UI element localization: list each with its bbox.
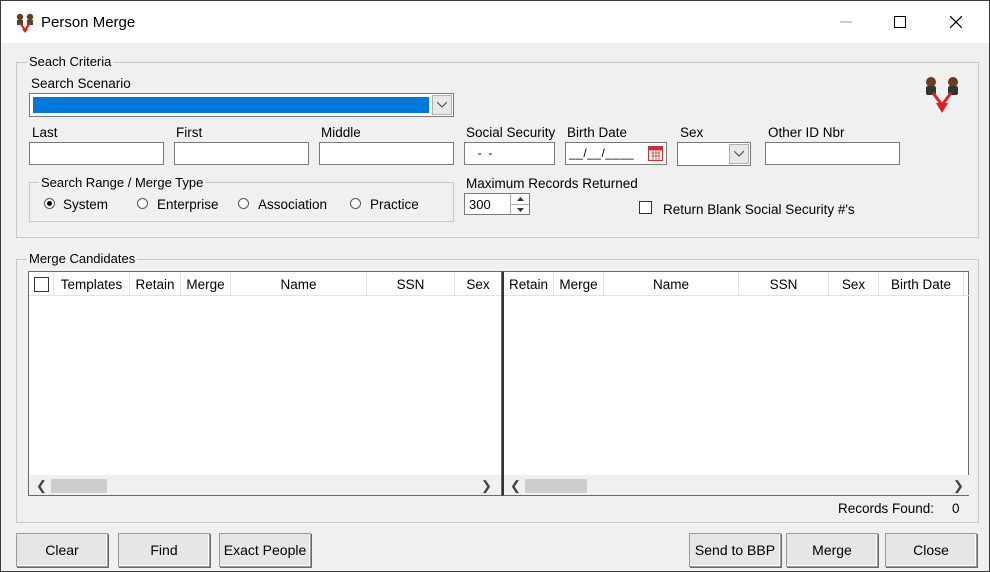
window-title: Person Merge [41, 14, 136, 31]
person-merge-logo-icon [926, 77, 958, 113]
close-icon [950, 16, 962, 28]
social-security-label: Social Security [466, 125, 556, 140]
sex-dropdown-button[interactable] [729, 144, 749, 164]
spinner-up-icon [516, 197, 524, 201]
scroll-right-icon[interactable]: ❯ [953, 478, 964, 494]
person-merge-icon [16, 13, 34, 33]
select-all-checkbox[interactable] [33, 276, 49, 292]
left-horizontal-scrollbar[interactable]: ❮ ❯ [29, 475, 501, 495]
records-found-count: 0 [952, 501, 960, 516]
birth-date-mask: __/__/____ [569, 146, 635, 160]
search-criteria-label: Seach Criteria [27, 54, 114, 69]
calendar-icon[interactable] [648, 146, 663, 161]
records-found-label: Records Found: [838, 501, 935, 516]
sex-select[interactable] [677, 142, 751, 166]
max-records-stepper[interactable]: 300 [464, 193, 530, 215]
column-header-sex[interactable]: Sex [829, 272, 879, 295]
scenario-dropdown-button[interactable] [432, 95, 452, 115]
minimize-button[interactable] [823, 1, 869, 43]
title-bar: Person Merge [1, 1, 989, 43]
maximize-button[interactable] [877, 1, 923, 43]
radio-system[interactable] [44, 198, 55, 209]
birth-date-input[interactable]: __/__/____ [565, 142, 667, 165]
find-button[interactable]: Find [118, 533, 210, 567]
clear-button[interactable]: Clear [16, 533, 108, 567]
close-window-button[interactable] [933, 1, 979, 43]
column-header-ssn[interactable]: SSN [739, 272, 829, 295]
spinner-down-icon [516, 207, 524, 212]
search-scenario-label: Search Scenario [31, 76, 131, 91]
chevron-down-icon [734, 151, 744, 157]
merge-button[interactable]: Merge [786, 533, 878, 567]
spinner-up-button[interactable] [510, 194, 529, 204]
column-header-birth-date[interactable]: Birth Date [879, 272, 964, 295]
scroll-left-icon[interactable]: ❮ [510, 478, 521, 494]
left-scroll-thumb[interactable] [51, 479, 107, 493]
return-blank-ssn-label[interactable]: Return Blank Social Security #'s [663, 202, 855, 217]
column-header-templates[interactable]: Templates [54, 272, 130, 296]
close-button[interactable]: Close [885, 533, 977, 567]
radio-enterprise[interactable] [137, 198, 148, 209]
radio-enterprise-label[interactable]: Enterprise [157, 197, 219, 212]
right-candidates-grid[interactable]: Retain Merge Name SSN Sex Birth Date ❮ ❯ [502, 271, 969, 496]
column-header-merge[interactable]: Merge [181, 272, 231, 296]
column-header-name[interactable]: Name [604, 272, 739, 295]
spinner-down-button[interactable] [510, 204, 529, 214]
exact-people-button[interactable]: Exact People [219, 533, 311, 567]
scroll-left-icon[interactable]: ❮ [36, 478, 47, 494]
chevron-down-icon [437, 102, 447, 108]
max-records-label: Maximum Records Returned [466, 176, 638, 191]
sex-label: Sex [680, 125, 704, 140]
column-header-retain[interactable]: Retain [504, 272, 554, 295]
person-merge-window: Person Merge Seach Criteria Search Scena… [0, 0, 990, 572]
birth-date-label: Birth Date [567, 125, 628, 140]
return-blank-ssn-checkbox[interactable] [639, 201, 652, 214]
column-header-sex[interactable]: Sex [455, 272, 501, 296]
select-all-cell [29, 272, 54, 296]
radio-association-label[interactable]: Association [258, 197, 327, 212]
right-grid-header: Retain Merge Name SSN Sex Birth Date [504, 272, 969, 296]
search-scenario-select[interactable] [29, 93, 454, 117]
first-label: First [176, 125, 203, 140]
minimize-icon [840, 21, 852, 23]
column-header-ssn[interactable]: SSN [367, 272, 455, 296]
column-header-name[interactable]: Name [231, 272, 367, 296]
middle-label: Middle [321, 125, 361, 140]
left-candidates-grid[interactable]: Templates Retain Merge Name SSN Sex ❮ ❯ [28, 271, 502, 496]
radio-association[interactable] [238, 198, 249, 209]
other-id-label: Other ID Nbr [768, 125, 845, 140]
column-header-merge[interactable]: Merge [554, 272, 604, 295]
radio-practice-label[interactable]: Practice [370, 197, 419, 212]
selected-scenario-highlight [33, 97, 429, 113]
other-id-input[interactable] [765, 142, 900, 165]
merge-candidates-label: Merge Candidates [27, 251, 138, 266]
right-horizontal-scrollbar[interactable]: ❮ ❯ [504, 475, 969, 495]
radio-practice[interactable] [350, 198, 361, 209]
right-scroll-thumb[interactable] [525, 479, 587, 493]
last-name-input[interactable] [29, 142, 164, 165]
radio-system-label[interactable]: System [63, 197, 108, 212]
search-range-label: Search Range / Merge Type [39, 175, 206, 190]
first-name-input[interactable] [174, 142, 309, 165]
maximize-icon [894, 16, 906, 28]
send-to-bbp-button[interactable]: Send to BBP [689, 533, 781, 567]
left-grid-header: Templates Retain Merge Name SSN Sex [29, 272, 501, 296]
last-label: Last [32, 125, 58, 140]
ssn-input[interactable]: - - [464, 142, 555, 165]
scroll-right-icon[interactable]: ❯ [481, 478, 492, 494]
column-header-retain[interactable]: Retain [130, 272, 181, 296]
max-records-value: 300 [469, 197, 491, 212]
middle-name-input[interactable] [319, 142, 454, 165]
